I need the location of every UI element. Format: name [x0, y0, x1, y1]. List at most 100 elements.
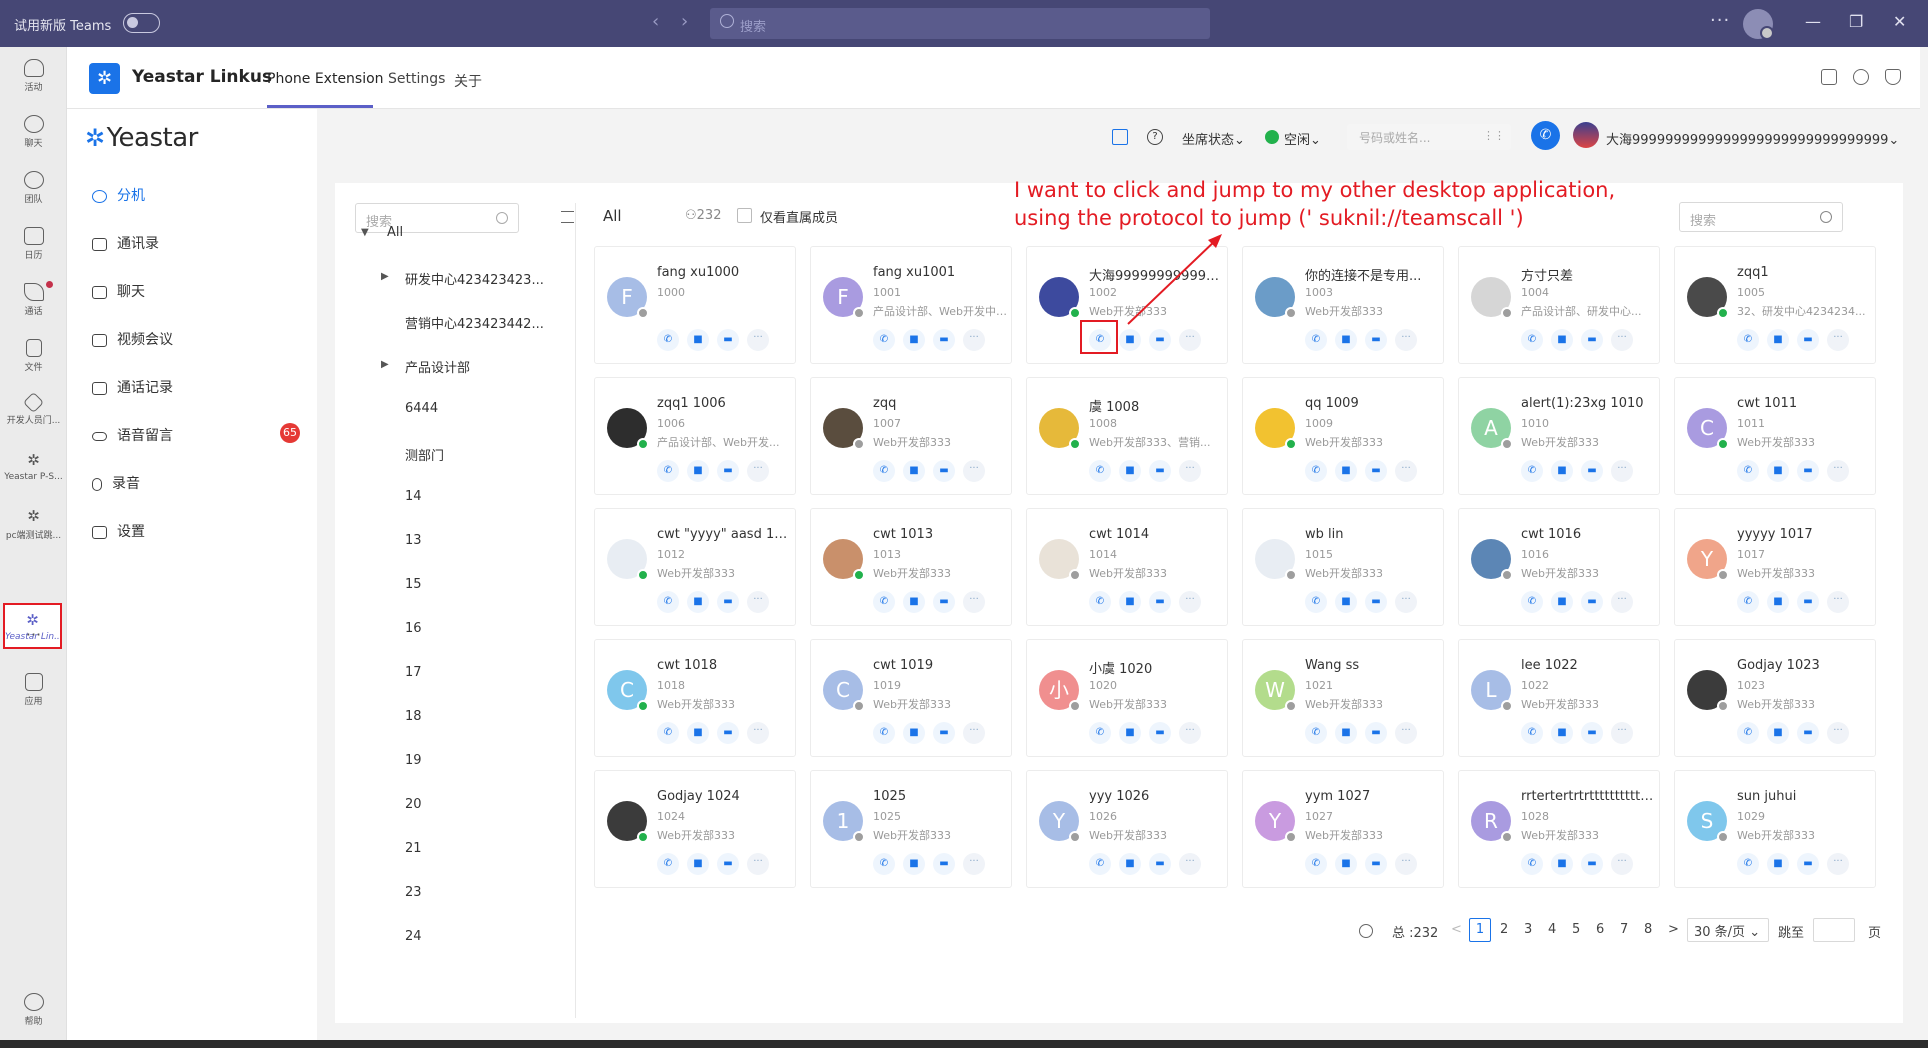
- more-options-button[interactable]: ···: [963, 853, 985, 875]
- more-options-button[interactable]: ···: [1395, 460, 1417, 482]
- tab-settings[interactable]: Settings: [388, 71, 445, 87]
- video-call-button[interactable]: ■: [687, 591, 709, 613]
- tree-node[interactable]: 19: [405, 753, 422, 768]
- chat-button[interactable]: ▬: [933, 853, 955, 875]
- tree-node[interactable]: 17: [405, 665, 422, 680]
- chat-button[interactable]: ▬: [1149, 460, 1171, 482]
- chat-button[interactable]: ▬: [1797, 329, 1819, 351]
- tree-node[interactable]: 18: [405, 709, 422, 724]
- caret-right-icon[interactable]: ▶: [381, 271, 389, 282]
- call-button[interactable]: ✆: [1089, 722, 1111, 744]
- extension-card[interactable]: zqq1 1006 1006 产品设计部、Web开发... ✆ ■ ▬ ···: [594, 377, 796, 495]
- rail-teams[interactable]: 团队: [0, 171, 67, 205]
- call-button[interactable]: ✆: [1305, 722, 1327, 744]
- call-button[interactable]: ✆: [1737, 853, 1759, 875]
- more-options-button[interactable]: ···: [1827, 460, 1849, 482]
- video-call-button[interactable]: ■: [903, 591, 925, 613]
- call-button[interactable]: ✆: [657, 853, 679, 875]
- call-button[interactable]: ✆: [1089, 460, 1111, 482]
- extension-card[interactable]: cwt 1014 1014 Web开发部333 ✆ ■ ▬ ···: [1026, 508, 1228, 626]
- chat-button[interactable]: ▬: [1797, 853, 1819, 875]
- call-button[interactable]: ✆: [657, 722, 679, 744]
- more-options-button[interactable]: ···: [1611, 591, 1633, 613]
- video-call-button[interactable]: ■: [903, 722, 925, 744]
- minimize-icon[interactable]: —: [1805, 12, 1821, 31]
- call-button[interactable]: ✆: [657, 329, 679, 351]
- call-button[interactable]: ✆: [873, 460, 895, 482]
- page-3[interactable]: 3: [1524, 922, 1532, 937]
- refresh-icon[interactable]: [1359, 924, 1373, 938]
- call-button[interactable]: ✆: [1305, 460, 1327, 482]
- chat-button[interactable]: ▬: [1365, 460, 1387, 482]
- sidebar-item-voicemail[interactable]: 语音留言: [92, 425, 173, 451]
- video-call-button[interactable]: ■: [903, 460, 925, 482]
- more-options-button[interactable]: ···: [963, 329, 985, 351]
- open-external-icon[interactable]: [1821, 69, 1837, 85]
- more-options-button[interactable]: ···: [1611, 853, 1633, 875]
- video-call-button[interactable]: ■: [1335, 853, 1357, 875]
- chat-button[interactable]: ▬: [1797, 591, 1819, 613]
- call-button[interactable]: ✆: [657, 460, 679, 482]
- call-button[interactable]: ✆: [1305, 329, 1327, 351]
- tree-node[interactable]: 15: [405, 577, 422, 592]
- sidebar-item-recordings[interactable]: 录音: [92, 473, 140, 499]
- extension-card[interactable]: Ssun juhui 1029 Web开发部333 ✆ ■ ▬ ···: [1674, 770, 1876, 888]
- chat-button[interactable]: ▬: [933, 722, 955, 744]
- chat-button[interactable]: ▬: [1149, 329, 1171, 351]
- sidebar-item-extensions[interactable]: 分机: [92, 185, 145, 211]
- chat-button[interactable]: ▬: [1581, 460, 1603, 482]
- extension-card[interactable]: Godjay 1023 1023 Web开发部333 ✆ ■ ▬ ···: [1674, 639, 1876, 757]
- extension-card[interactable]: Ccwt 1019 1019 Web开发部333 ✆ ■ ▬ ···: [810, 639, 1012, 757]
- page-current[interactable]: 1: [1469, 918, 1491, 942]
- chat-button[interactable]: ▬: [1365, 329, 1387, 351]
- page-8[interactable]: 8: [1644, 922, 1652, 937]
- call-button[interactable]: ✆: [1521, 591, 1543, 613]
- rail-calls[interactable]: 通话: [0, 281, 67, 317]
- video-call-button[interactable]: ■: [1551, 460, 1573, 482]
- video-call-button[interactable]: ■: [1767, 591, 1789, 613]
- rail-activity[interactable]: 活动: [0, 59, 67, 93]
- chat-button[interactable]: ▬: [717, 722, 739, 744]
- extension-card[interactable]: Llee 1022 1022 Web开发部333 ✆ ■ ▬ ···: [1458, 639, 1660, 757]
- more-options-button[interactable]: ···: [1179, 853, 1201, 875]
- call-button[interactable]: ✆: [1305, 591, 1327, 613]
- extension-card[interactable]: Yyym 1027 1027 Web开发部333 ✆ ■ ▬ ···: [1242, 770, 1444, 888]
- rail-pc-test[interactable]: ✲ pc端测试跳...: [0, 507, 67, 541]
- video-call-button[interactable]: ■: [1551, 722, 1573, 744]
- forward-arrow-icon[interactable]: ›: [681, 11, 688, 32]
- chat-button[interactable]: ▬: [717, 460, 739, 482]
- extension-card[interactable]: Godjay 1024 1024 Web开发部333 ✆ ■ ▬ ···: [594, 770, 796, 888]
- video-call-button[interactable]: ■: [1551, 591, 1573, 613]
- more-options-button[interactable]: ···: [747, 591, 769, 613]
- collapse-tree-icon[interactable]: [561, 211, 574, 223]
- page-4[interactable]: 4: [1548, 922, 1556, 937]
- extension-card[interactable]: Aalert(1):23xg 1010 1010 Web开发部333 ✆ ■ ▬ ···: [1458, 377, 1660, 495]
- extension-card[interactable]: Ccwt 1018 1018 Web开发部333 ✆ ■ ▬ ···: [594, 639, 796, 757]
- video-call-button[interactable]: ■: [1551, 853, 1573, 875]
- extension-card[interactable]: 方寸只差 1004 产品设计部、研发中心... ✆ ■ ▬ ···: [1458, 246, 1660, 364]
- extension-card[interactable]: wb lin 1015 Web开发部333 ✆ ■ ▬ ···: [1242, 508, 1444, 626]
- chat-button[interactable]: ▬: [933, 329, 955, 351]
- call-button[interactable]: ✆: [1521, 722, 1543, 744]
- call-button[interactable]: ✆: [1737, 591, 1759, 613]
- extension-card[interactable]: zqq 1007 Web开发部333 ✆ ■ ▬ ···: [810, 377, 1012, 495]
- rail-calendar[interactable]: 日历: [0, 227, 67, 261]
- video-call-button[interactable]: ■: [1119, 591, 1141, 613]
- more-options-button[interactable]: ···: [747, 329, 769, 351]
- teams-search-input[interactable]: 搜索: [710, 8, 1210, 39]
- refresh-icon[interactable]: [1853, 69, 1869, 85]
- page-2[interactable]: 2: [1500, 922, 1508, 937]
- back-arrow-icon[interactable]: ‹: [652, 11, 659, 32]
- call-button[interactable]: ✆: [1521, 853, 1543, 875]
- video-call-button[interactable]: ■: [687, 460, 709, 482]
- more-options-button[interactable]: ···: [1611, 329, 1633, 351]
- tab-about[interactable]: 关于: [454, 71, 482, 91]
- extension-card[interactable]: 虞 1008 1008 Web开发部333、营销... ✆ ■ ▬ ···: [1026, 377, 1228, 495]
- extension-card[interactable]: Yyyy 1026 1026 Web开发部333 ✆ ■ ▬ ···: [1026, 770, 1228, 888]
- rail-more-apps[interactable]: ···: [0, 625, 67, 644]
- rail-chat[interactable]: 聊天: [0, 115, 67, 149]
- prev-page-button[interactable]: <: [1451, 922, 1462, 937]
- more-options-button[interactable]: ···: [1611, 722, 1633, 744]
- video-call-button[interactable]: ■: [1335, 329, 1357, 351]
- more-options-button[interactable]: ···: [1179, 722, 1201, 744]
